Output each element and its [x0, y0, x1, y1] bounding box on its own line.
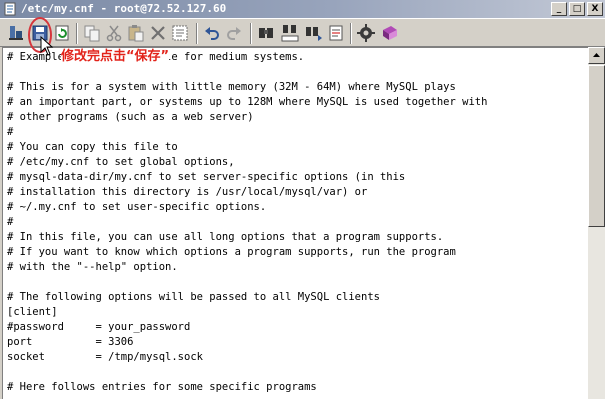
- transfer-button[interactable]: [6, 23, 26, 43]
- scroll-thumb[interactable]: [588, 65, 605, 227]
- window-controls: _ □ X: [549, 2, 603, 16]
- toolbar: [0, 18, 605, 47]
- undo-button[interactable]: [202, 23, 222, 43]
- toolbar-separator: [196, 23, 198, 44]
- copy-button[interactable]: [82, 23, 102, 43]
- help-button[interactable]: [380, 23, 400, 43]
- redo-icon: [227, 27, 241, 40]
- annotation-text: 修改完点击“保存”: [61, 49, 170, 65]
- code-line: # /etc/my.cnf to set global options,: [7, 156, 235, 168]
- code-line: # installation this directory is /usr/lo…: [7, 186, 368, 198]
- title-bar: /etc/my.cnf - root@72.52.127.60 _ □ X: [0, 0, 605, 18]
- cut-icon: [106, 25, 122, 42]
- code-line: socket = /tmp/mysql.sock: [7, 351, 203, 363]
- code-line: # You can copy this file to: [7, 141, 178, 153]
- toolbar-separator: [76, 23, 78, 44]
- help-book-icon: [383, 26, 397, 40]
- settings-icon: [357, 24, 375, 42]
- reload-button[interactable]: [52, 23, 72, 43]
- code-line: #: [7, 126, 14, 138]
- delete-icon: [151, 26, 165, 40]
- find-replace-button[interactable]: [280, 23, 300, 43]
- redo-button[interactable]: [224, 23, 244, 43]
- window-title: /etc/my.cnf - root@72.52.127.60: [21, 2, 227, 15]
- code-line: # ~/.my.cnf to set user-specific options…: [7, 201, 267, 213]
- select-all-icon: [172, 25, 188, 41]
- vertical-scrollbar[interactable]: [588, 47, 605, 399]
- code-line: # an important part, or systems up to 12…: [7, 96, 488, 108]
- code-line: # If you want to know which options a pr…: [7, 246, 456, 258]
- find-button[interactable]: [256, 23, 276, 43]
- mouse-pointer-icon: [40, 36, 54, 56]
- code-line: # with the "--help" option.: [7, 261, 178, 273]
- find-icon: [259, 28, 273, 38]
- minimize-button[interactable]: _: [551, 2, 567, 16]
- select-all-button[interactable]: [170, 23, 190, 43]
- code-line: # other programs (such as a web server): [7, 111, 254, 123]
- paste-icon: [128, 25, 144, 42]
- code-line: #: [7, 216, 14, 228]
- close-button[interactable]: X: [587, 2, 603, 16]
- text-editor[interactable]: # Example MySQL config file for medium s…: [2, 47, 588, 399]
- copy-icon: [84, 25, 100, 42]
- paste-button[interactable]: [126, 23, 146, 43]
- goto-button[interactable]: [326, 23, 346, 43]
- goto-icon: [329, 25, 343, 41]
- scroll-up-button[interactable]: [588, 47, 605, 64]
- cut-button[interactable]: [104, 23, 124, 43]
- code-line: # Here follows entries for some specific…: [7, 381, 317, 393]
- reload-icon: [55, 25, 69, 41]
- code-line: # In this file, you can use all long opt…: [7, 231, 444, 243]
- toolbar-separator: [350, 23, 352, 44]
- maximize-button[interactable]: □: [569, 2, 585, 16]
- code-line: #password = your_password: [7, 321, 191, 333]
- find-replace-icon: [281, 25, 299, 42]
- transfer-icon: [9, 26, 23, 40]
- code-line: # mysql-data-dir/my.cnf to set server-sp…: [7, 171, 406, 183]
- code-line: [client]: [7, 306, 58, 318]
- undo-icon: [205, 27, 219, 40]
- find-next-icon: [306, 27, 322, 41]
- chevron-up-icon: [593, 53, 600, 57]
- settings-button[interactable]: [356, 23, 376, 43]
- find-next-button[interactable]: [304, 23, 324, 43]
- delete-button[interactable]: [148, 23, 168, 43]
- code-line: # The following options will be passed t…: [7, 291, 380, 303]
- code-line: port = 3306: [7, 336, 134, 348]
- file-icon: [4, 2, 16, 16]
- toolbar-separator: [250, 23, 252, 44]
- code-line: # This is for a system with little memor…: [7, 81, 456, 93]
